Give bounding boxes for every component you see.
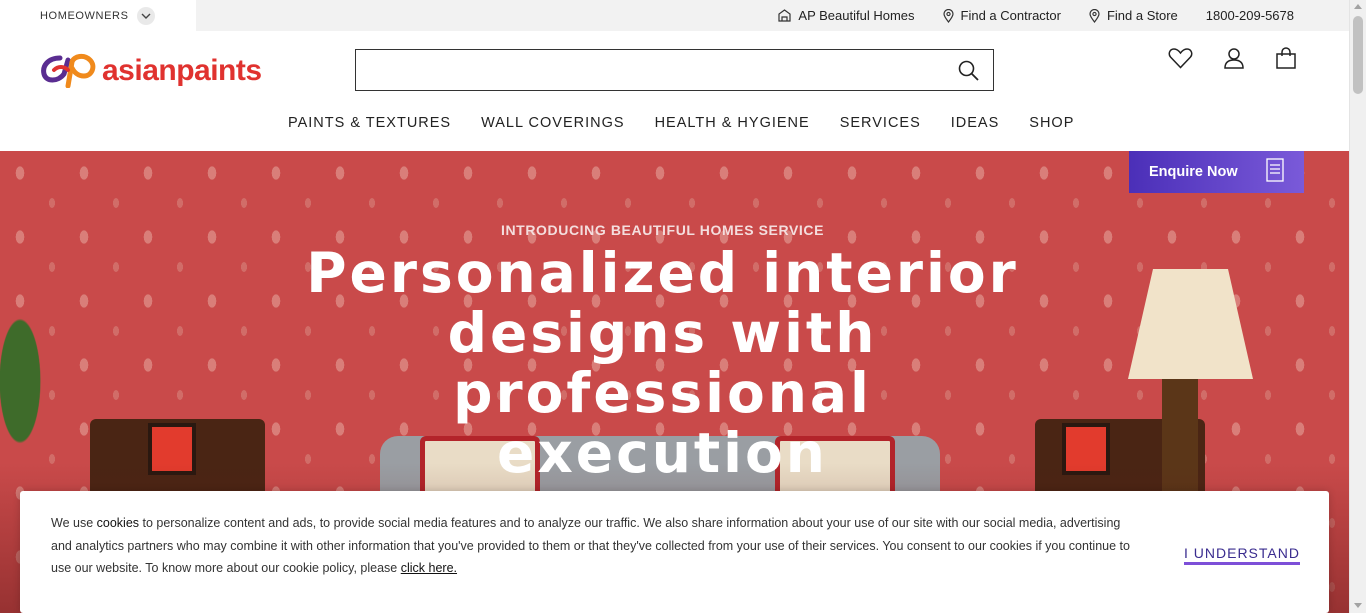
nav-item-wall-coverings[interactable]: WALL COVERINGS xyxy=(481,115,624,131)
utility-bar: HOMEOWNERS AP Beautiful Homes Find a Con… xyxy=(0,0,1349,31)
nav-item-paints-textures[interactable]: PAINTS & TEXTURES xyxy=(288,115,451,131)
segment-selector[interactable]: HOMEOWNERS xyxy=(0,0,196,31)
nav-item-shop[interactable]: SHOP xyxy=(1029,115,1074,131)
cookie-text-cookies: cookies xyxy=(96,516,140,530)
search-icon[interactable] xyxy=(958,60,979,86)
utility-links: AP Beautiful Homes Find a Contractor Fin… xyxy=(778,0,1294,31)
location-pin-icon xyxy=(1089,8,1100,23)
find-store-label: Find a Store xyxy=(1106,8,1178,23)
beautiful-homes-icon xyxy=(778,9,792,22)
logo-wordmark: asianpaints xyxy=(102,53,262,87)
enquire-now-label: Enquire Now xyxy=(1149,164,1238,180)
logo-mark-icon xyxy=(40,48,98,93)
form-document-icon xyxy=(1266,157,1284,187)
header-actions xyxy=(1168,47,1297,74)
scrollbar-thumb[interactable] xyxy=(1353,16,1363,94)
cookie-text-body: to personalize content and ads, to provi… xyxy=(51,516,1130,575)
main-navigation: PAINTS & TEXTURES WALL COVERINGS HEALTH … xyxy=(288,115,1074,131)
cart-bag-icon[interactable] xyxy=(1275,47,1297,74)
phone-number[interactable]: 1800-209-5678 xyxy=(1206,8,1294,23)
cookie-text-prefix: We use xyxy=(51,516,94,530)
enquire-now-button[interactable]: Enquire Now xyxy=(1129,151,1304,193)
account-user-icon[interactable] xyxy=(1223,47,1245,74)
find-contractor-link[interactable]: Find a Contractor xyxy=(942,8,1061,23)
beautiful-homes-label: AP Beautiful Homes xyxy=(798,8,915,23)
site-header: asianpaints PAINTS & TEXTURES WALL COVER… xyxy=(0,31,1349,151)
cookie-policy-link[interactable]: click here. xyxy=(401,561,457,575)
segment-label: HOMEOWNERS xyxy=(40,9,129,22)
search-input[interactable] xyxy=(356,50,993,90)
cookie-message: We use cookies to personalize content an… xyxy=(51,512,1136,580)
hero-lamp-shade xyxy=(1128,269,1253,379)
phone-number-label: 1800-209-5678 xyxy=(1205,8,1294,23)
cookie-accept-button[interactable]: I UNDERSTAND xyxy=(1184,545,1300,565)
find-contractor-label: Find a Contractor xyxy=(960,8,1061,23)
find-store-link[interactable]: Find a Store xyxy=(1089,8,1178,23)
nav-item-services[interactable]: SERVICES xyxy=(840,115,921,131)
asianpaints-logo[interactable]: asianpaints xyxy=(40,48,262,93)
location-pin-icon xyxy=(942,8,954,23)
nav-item-ideas[interactable]: IDEAS xyxy=(951,115,1000,131)
hero-title: Personalized interior designs with profe… xyxy=(306,241,1019,485)
search-bar xyxy=(355,49,994,91)
scroll-up-arrow-icon[interactable] xyxy=(1354,4,1362,9)
cookie-consent-banner: We use cookies to personalize content an… xyxy=(20,491,1329,613)
scroll-down-arrow-icon[interactable] xyxy=(1354,603,1362,608)
beautiful-homes-link[interactable]: AP Beautiful Homes xyxy=(778,8,915,23)
chevron-down-icon[interactable] xyxy=(136,6,155,25)
hero-eyebrow: INTRODUCING BEAUTIFUL HOMES SERVICE xyxy=(500,222,825,238)
page-scrollbar[interactable] xyxy=(1349,0,1366,613)
wishlist-heart-icon[interactable] xyxy=(1168,47,1193,74)
nav-item-health-hygiene[interactable]: HEALTH & HYGIENE xyxy=(655,115,810,131)
